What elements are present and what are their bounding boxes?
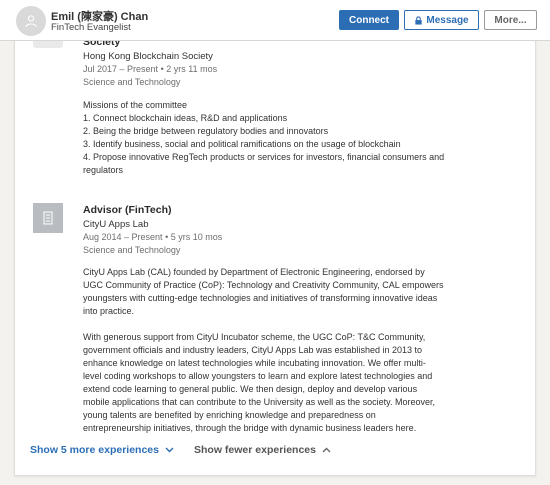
lock-icon: [415, 15, 423, 25]
profile-sticky-header: Emil (陳家豪) Chan FinTech Evangelist Conne…: [0, 0, 550, 41]
message-button[interactable]: Message: [404, 10, 479, 30]
description-line: mobile applications that can contribute …: [83, 397, 436, 407]
experience-title[interactable]: Advisor (FinTech): [83, 204, 171, 216]
show-more-label: Show 5 more experiences: [30, 444, 159, 456]
chevron-down-icon: [165, 444, 174, 456]
experience-date-range: Aug 2014 – Present: [83, 232, 163, 242]
description-line: regulators: [83, 165, 124, 175]
description-line: CityU Apps Lab (CAL) founded by Departme…: [83, 267, 425, 277]
more-actions-button[interactable]: More...: [484, 10, 537, 30]
description-line: government officials and industry leader…: [83, 345, 423, 355]
description-line: 1. Connect blockchain ideas, R&D and app…: [83, 113, 288, 123]
experience-category: Science and Technology: [83, 77, 181, 87]
description-line: youngsters with cutting-edge technologie…: [83, 293, 438, 303]
chevron-up-icon: [322, 444, 331, 456]
description-line: Missions of the committee: [83, 100, 188, 110]
experience-description: CityU Apps Lab (CAL) founded by Departme…: [83, 266, 493, 435]
company-logo-icon[interactable]: [33, 203, 63, 233]
description-line: young talents are benefited by enriching…: [83, 410, 376, 420]
description-line: 4. Propose innovative RegTech products o…: [83, 152, 445, 162]
person-icon: [25, 15, 37, 28]
description-line: With generous support from CityU Incubat…: [83, 332, 426, 342]
description-line: extend code learning to general public. …: [83, 384, 418, 394]
experience-duration: 5 yrs 10 mos: [170, 232, 223, 242]
avatar[interactable]: [16, 6, 46, 36]
profile-headline: FinTech Evangelist: [51, 22, 131, 33]
experience-dates: Jul 2017 – Present • 2 yrs 11 mos: [83, 64, 217, 74]
experience-company: Hong Kong Blockchain Society: [83, 51, 213, 62]
show-fewer-label: Show fewer experiences: [194, 444, 316, 456]
experience-description: Missions of the committee 1. Connect blo…: [83, 99, 493, 177]
message-button-label: Message: [426, 14, 469, 26]
show-fewer-experiences-button[interactable]: Show fewer experiences: [194, 444, 331, 456]
description-line: level coding workshops to allow youngste…: [83, 371, 433, 381]
description-line: into practice.: [83, 306, 135, 316]
description-line: enhance knowledge on latest technologies…: [83, 358, 426, 368]
description-line: 2. Being the bridge between regulatory b…: [83, 126, 329, 136]
building-icon: [43, 211, 53, 225]
experience-date-range: Jul 2017 – Present: [83, 64, 159, 74]
description-line: UGC Community of Practice (CoP): Technol…: [83, 280, 444, 290]
experience-duration: 2 yrs 11 mos: [166, 64, 218, 74]
description-line: entrepreneurship initiatives, through th…: [83, 423, 417, 433]
connect-button[interactable]: Connect: [339, 10, 399, 30]
experience-dates: Aug 2014 – Present • 5 yrs 10 mos: [83, 232, 222, 242]
experience-category: Science and Technology: [83, 245, 181, 255]
show-more-experiences-button[interactable]: Show 5 more experiences: [30, 444, 174, 456]
experience-company[interactable]: CityU Apps Lab: [83, 219, 148, 230]
description-line: 3. Identify business, social and politic…: [83, 139, 401, 149]
